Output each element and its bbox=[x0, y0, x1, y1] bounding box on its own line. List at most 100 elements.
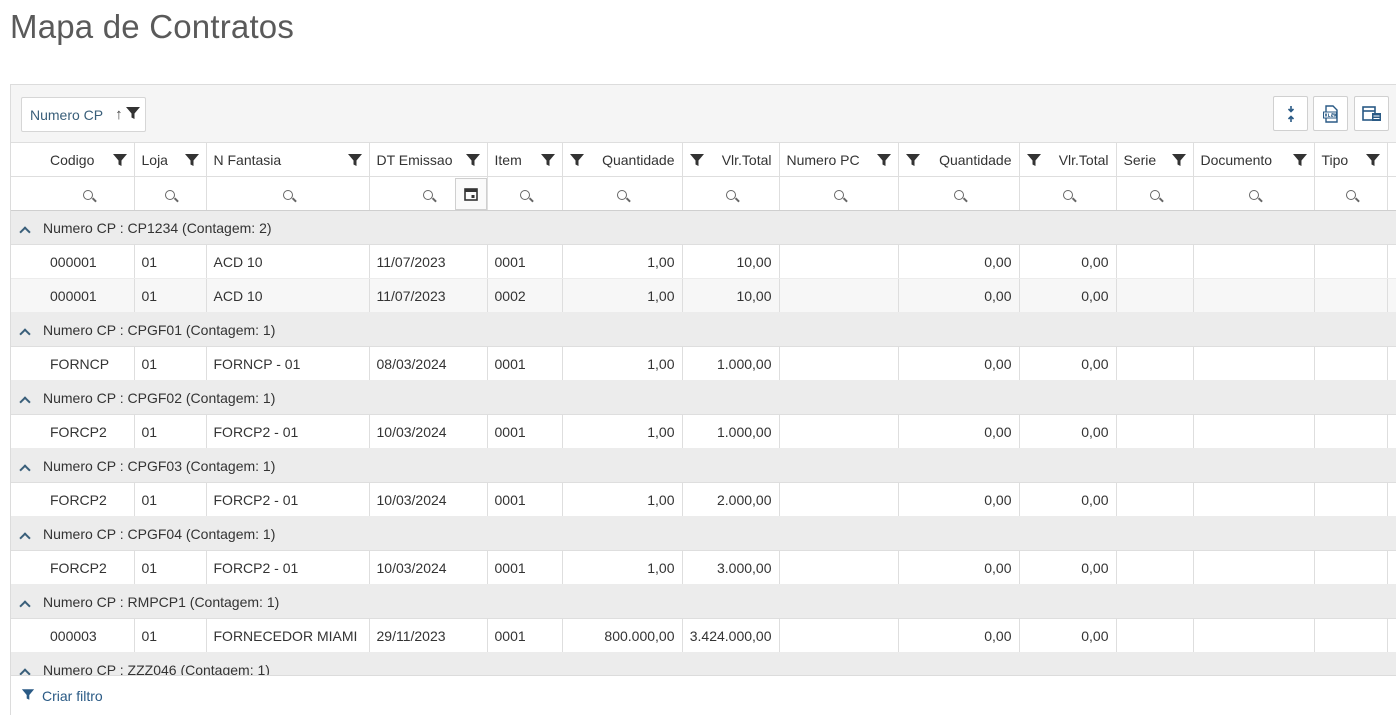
column-filter-icon[interactable] bbox=[112, 152, 128, 171]
column-filter-icon[interactable] bbox=[689, 152, 705, 171]
table-cell: 29/11/2023 bbox=[369, 618, 488, 653]
table-cell: 1,00 bbox=[562, 278, 683, 313]
table-cell: 1,00 bbox=[562, 346, 683, 381]
table-cell: FORCP2 - 01 bbox=[206, 550, 370, 585]
column-header-numero-pc[interactable]: Numero PC bbox=[779, 142, 899, 177]
header-row: Codigo Loja N Fantasia DT Emissao Item Q… bbox=[11, 142, 1396, 177]
column-header-vlr-total-pc[interactable]: Vlr.Total bbox=[1019, 142, 1117, 177]
filter-cell-loja[interactable] bbox=[134, 176, 207, 211]
column-filter-icon[interactable] bbox=[347, 152, 363, 171]
table-cell: 0,00 bbox=[898, 278, 1020, 313]
search-icon bbox=[1248, 189, 1259, 200]
table-row[interactable]: 000001 01 ACD 10 11/07/2023 0001 1,00 10,00 0,0… bbox=[11, 244, 1396, 279]
column-header-tipo[interactable]: Tipo bbox=[1314, 142, 1388, 177]
group-row[interactable]: Numero CP : CPGF02 (Contagem: 1) bbox=[11, 380, 1396, 415]
group-row[interactable]: Numero CP : ZZZ046 (Contagem: 1) bbox=[11, 652, 1396, 675]
group-row-label: Numero CP : CP1234 (Contagem: 2) bbox=[43, 219, 272, 236]
filter-cell-documento[interactable] bbox=[1193, 176, 1315, 211]
column-filter-icon[interactable] bbox=[569, 152, 585, 171]
filter-cell-codigo[interactable] bbox=[43, 176, 135, 211]
export-xlsx-button[interactable] bbox=[1313, 96, 1348, 131]
table-cell: 01 bbox=[134, 482, 207, 517]
column-filter-icon[interactable] bbox=[876, 152, 892, 171]
table-cell: 000001 bbox=[43, 278, 135, 313]
table-row[interactable]: 000001 01 ACD 10 11/07/2023 0002 1,00 10,00 0,0… bbox=[11, 278, 1396, 313]
table-cell bbox=[1193, 278, 1315, 313]
filter-cell-n-fantasia[interactable] bbox=[206, 176, 370, 211]
collapse-group-chevron-icon[interactable] bbox=[19, 531, 31, 544]
filter-cell-item[interactable] bbox=[487, 176, 563, 211]
column-filter-icon[interactable] bbox=[1026, 152, 1042, 171]
column-header-dt-emissao[interactable]: DT Emissao bbox=[369, 142, 488, 177]
column-filter-icon[interactable] bbox=[1292, 152, 1308, 171]
table-cell bbox=[779, 244, 899, 279]
table-cell bbox=[1116, 346, 1194, 381]
column-header-quantidade[interactable]: Quantidade bbox=[562, 142, 683, 177]
filter-cell-quantidade[interactable] bbox=[562, 176, 683, 211]
table-row[interactable]: FORCP2 01 FORCP2 - 01 10/03/2024 0001 1,00 1.0… bbox=[11, 414, 1396, 449]
filter-cell-serie[interactable] bbox=[1116, 176, 1194, 211]
filter-icon[interactable] bbox=[125, 105, 141, 124]
column-header-vlr-total[interactable]: Vlr.Total bbox=[682, 142, 780, 177]
filter-cell-vlr-total[interactable] bbox=[682, 176, 780, 211]
column-header-quantidade-pc[interactable]: Quantidade bbox=[898, 142, 1020, 177]
column-header-item[interactable]: Item bbox=[487, 142, 563, 177]
table-row[interactable]: FORCP2 01 FORCP2 - 01 10/03/2024 0001 1,00 2.0… bbox=[11, 482, 1396, 517]
filter-cell-numero-pc[interactable] bbox=[779, 176, 899, 211]
collapse-group-chevron-icon[interactable] bbox=[19, 463, 31, 476]
date-picker-button[interactable] bbox=[454, 178, 486, 210]
column-header-codigo[interactable]: Codigo bbox=[43, 142, 135, 177]
collapse-rows-button[interactable] bbox=[1273, 96, 1308, 131]
table-cell: 0001 bbox=[487, 244, 563, 279]
collapse-group-chevron-icon[interactable] bbox=[19, 599, 31, 612]
column-header-loja[interactable]: Loja bbox=[134, 142, 207, 177]
data-table: Codigo Loja N Fantasia DT Emissao Item Q… bbox=[11, 142, 1396, 675]
group-row-label: Numero CP : CPGF04 (Contagem: 1) bbox=[43, 525, 276, 542]
table-cell bbox=[1193, 346, 1315, 381]
group-row[interactable]: Numero CP : CPGF03 (Contagem: 1) bbox=[11, 448, 1396, 483]
column-filter-icon[interactable] bbox=[1365, 152, 1381, 171]
column-filter-icon[interactable] bbox=[465, 152, 481, 171]
table-row[interactable]: FORCP2 01 FORCP2 - 01 10/03/2024 0001 1,00 3.0… bbox=[11, 550, 1396, 585]
table-row[interactable]: FORNCP 01 FORNCP - 01 08/03/2024 0001 1,00 1.0… bbox=[11, 346, 1396, 381]
search-icon bbox=[423, 189, 433, 200]
grid-toolbar: Numero CP ↑ bbox=[11, 85, 1396, 142]
column-header-serie[interactable]: Serie bbox=[1116, 142, 1194, 177]
filter-cell-vlr-total-pc[interactable] bbox=[1019, 176, 1117, 211]
column-header-n-fantasia[interactable]: N Fantasia bbox=[206, 142, 370, 177]
table-cell: 000001 bbox=[43, 244, 135, 279]
collapse-group-chevron-icon[interactable] bbox=[19, 667, 31, 675]
filter-cell-quantidade-pc[interactable] bbox=[898, 176, 1020, 211]
column-filter-icon[interactable] bbox=[905, 152, 921, 171]
column-filter-icon[interactable] bbox=[184, 152, 200, 171]
create-filter-link[interactable]: Criar filtro bbox=[11, 675, 1396, 715]
column-header-documento[interactable]: Documento bbox=[1193, 142, 1315, 177]
collapse-group-chevron-icon[interactable] bbox=[19, 225, 31, 238]
table-cell: FORNECEDOR MIAMI bbox=[206, 618, 370, 653]
collapse-group-chevron-icon[interactable] bbox=[19, 327, 31, 340]
table-cell: 000003 bbox=[43, 618, 135, 653]
column-filter-icon[interactable] bbox=[1171, 152, 1187, 171]
column-filter-icon[interactable] bbox=[540, 152, 556, 171]
group-row[interactable]: Numero CP : CPGF04 (Contagem: 1) bbox=[11, 516, 1396, 551]
column-chooser-button[interactable] bbox=[1354, 96, 1389, 131]
table-cell: 01 bbox=[134, 244, 207, 279]
table-cell: 0001 bbox=[487, 414, 563, 449]
collapse-group-chevron-icon[interactable] bbox=[19, 395, 31, 408]
group-by-chip[interactable]: Numero CP ↑ bbox=[21, 97, 146, 132]
search-icon bbox=[519, 189, 530, 200]
table-cell: FORNCP - 01 bbox=[206, 346, 370, 381]
table-cell: 01 bbox=[134, 618, 207, 653]
group-row[interactable]: Numero CP : RMPCP1 (Contagem: 1) bbox=[11, 584, 1396, 619]
table-cell bbox=[1193, 244, 1315, 279]
group-row[interactable]: Numero CP : CP1234 (Contagem: 2) bbox=[11, 210, 1396, 245]
filter-cell-tipo[interactable] bbox=[1314, 176, 1388, 211]
create-filter-label: Criar filtro bbox=[42, 688, 103, 704]
table-cell: FORCP2 - 01 bbox=[206, 414, 370, 449]
group-row[interactable]: Numero CP : CPGF01 (Contagem: 1) bbox=[11, 312, 1396, 347]
table-cell: FORCP2 bbox=[43, 482, 135, 517]
search-icon bbox=[282, 189, 293, 200]
table-row[interactable]: 000003 01 FORNECEDOR MIAMI 29/11/2023 0001 80… bbox=[11, 618, 1396, 653]
sort-ascending-icon[interactable]: ↑ bbox=[115, 106, 123, 123]
filter-cell-dt-emissao[interactable] bbox=[369, 176, 488, 211]
